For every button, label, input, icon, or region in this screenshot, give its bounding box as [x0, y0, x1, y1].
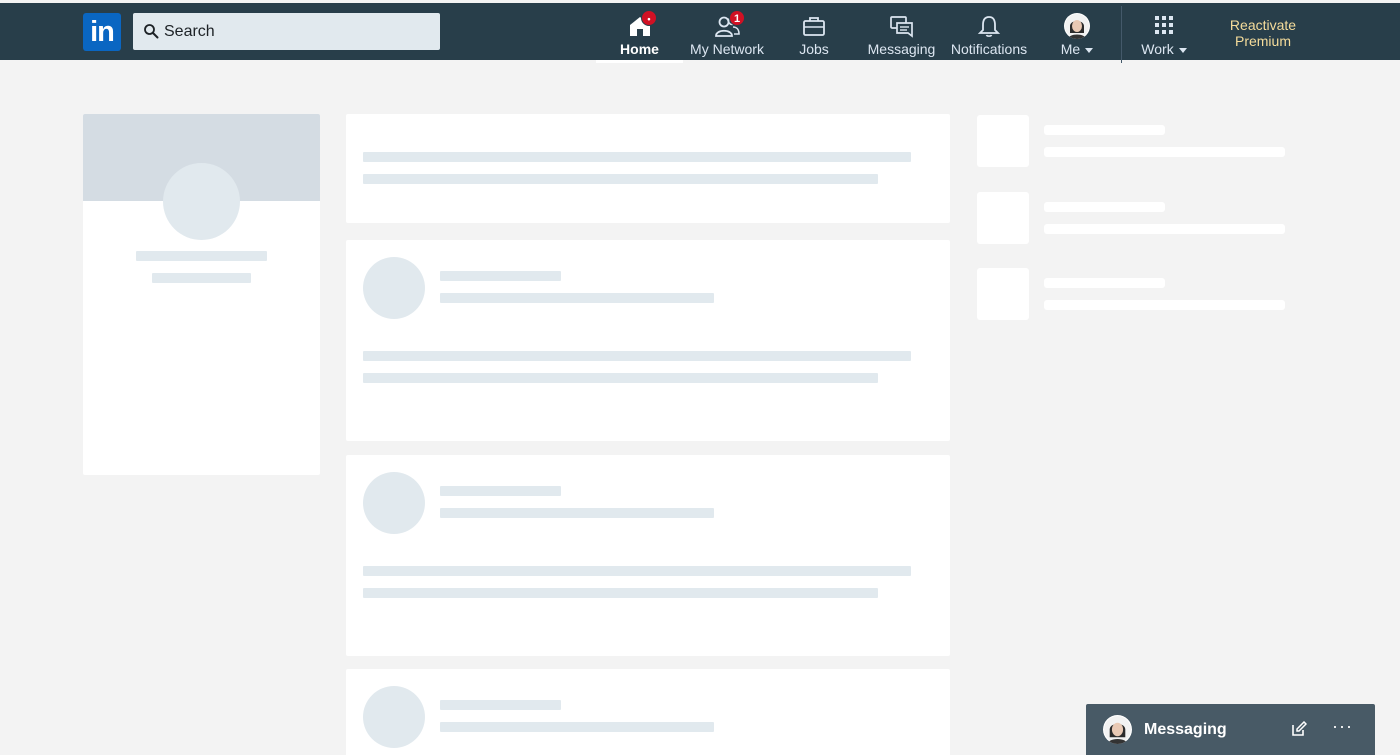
suggestion-title-placeholder	[1044, 202, 1165, 212]
compose-icon[interactable]	[1291, 721, 1307, 737]
author-meta-placeholder	[440, 508, 714, 518]
nav-item-notifications[interactable]: Notifications	[946, 6, 1032, 60]
nav-label-messaging: Messaging	[867, 41, 936, 57]
text-line-placeholder	[363, 174, 878, 184]
author-name-placeholder	[440, 486, 561, 496]
avatar	[1103, 715, 1132, 744]
chevron-down-icon	[1085, 47, 1094, 53]
text-line-placeholder	[363, 351, 911, 361]
nav-label-jobs: Jobs	[799, 41, 829, 57]
nav-label-me: Me	[1048, 42, 1106, 57]
suggestion-title-placeholder	[1044, 125, 1165, 135]
search-icon	[144, 24, 159, 39]
premium-line-1: Reactivate	[1229, 17, 1297, 33]
chevron-down-icon	[1178, 47, 1187, 53]
nav-divider	[1121, 6, 1122, 63]
premium-line-2: Premium	[1234, 33, 1291, 49]
suggestion-title-placeholder	[1044, 278, 1165, 288]
author-name-placeholder	[440, 700, 561, 710]
nav-label-notifications: Notifications	[950, 41, 1028, 57]
nav-label-home: Home	[620, 41, 659, 57]
nav-label-my-network: My Network	[690, 41, 764, 57]
text-line-placeholder	[363, 152, 911, 162]
feed-post-skeleton	[346, 240, 950, 441]
suggestion-meta-placeholder	[1044, 300, 1285, 310]
suggestion-meta-placeholder	[1044, 147, 1285, 157]
avatar-photo	[1065, 14, 1089, 39]
suggestion-meta-placeholder	[1044, 224, 1285, 234]
more-icon[interactable]: ···	[1332, 716, 1353, 737]
avatar	[1064, 13, 1090, 39]
global-nav: in Search • Home 1 My Network Jobs Messa…	[0, 3, 1400, 63]
author-name-placeholder	[440, 271, 561, 281]
avatar-photo	[1104, 716, 1131, 744]
author-meta-placeholder	[440, 722, 714, 732]
profile-headline-placeholder	[152, 273, 251, 283]
briefcase-icon	[803, 17, 825, 36]
nav-item-me[interactable]: Me	[1048, 6, 1106, 60]
reactivate-premium-link[interactable]: Reactivate Premium	[1220, 17, 1306, 49]
author-avatar-placeholder	[363, 257, 425, 319]
linkedin-logo[interactable]: in	[83, 13, 121, 51]
suggestion-thumbnail-placeholder	[977, 115, 1029, 167]
home-badge: •	[641, 10, 657, 26]
author-meta-placeholder	[440, 293, 714, 303]
profile-photo-placeholder	[163, 163, 240, 240]
search-input[interactable]: Search	[133, 13, 440, 50]
nav-item-work[interactable]: Work	[1134, 6, 1194, 60]
nav-item-jobs[interactable]: Jobs	[788, 6, 840, 60]
messaging-bar-label: Messaging	[1144, 721, 1227, 738]
share-box-skeleton	[346, 114, 950, 223]
nav-label-work: Work	[1134, 42, 1194, 57]
author-avatar-placeholder	[363, 472, 425, 534]
feed-post-skeleton	[346, 455, 950, 656]
search-placeholder: Search	[164, 23, 215, 40]
author-avatar-placeholder	[363, 686, 425, 748]
messaging-overlay-bar[interactable]: Messaging ···	[1086, 704, 1375, 755]
text-line-placeholder	[363, 588, 878, 598]
bell-icon	[977, 16, 1001, 37]
text-line-placeholder	[363, 373, 878, 383]
profile-card-skeleton	[83, 114, 320, 475]
profile-name-placeholder	[136, 251, 267, 261]
nav-item-home[interactable]: • Home	[596, 6, 683, 63]
network-badge: 1	[729, 10, 745, 26]
messaging-icon	[889, 16, 913, 38]
feed-post-skeleton	[346, 669, 950, 755]
suggestion-thumbnail-placeholder	[977, 192, 1029, 244]
nav-item-messaging[interactable]: Messaging	[864, 6, 939, 60]
text-line-placeholder	[363, 566, 911, 576]
grid-icon	[1155, 16, 1173, 34]
suggestion-thumbnail-placeholder	[977, 268, 1029, 320]
nav-item-my-network[interactable]: 1 My Network	[686, 6, 768, 60]
